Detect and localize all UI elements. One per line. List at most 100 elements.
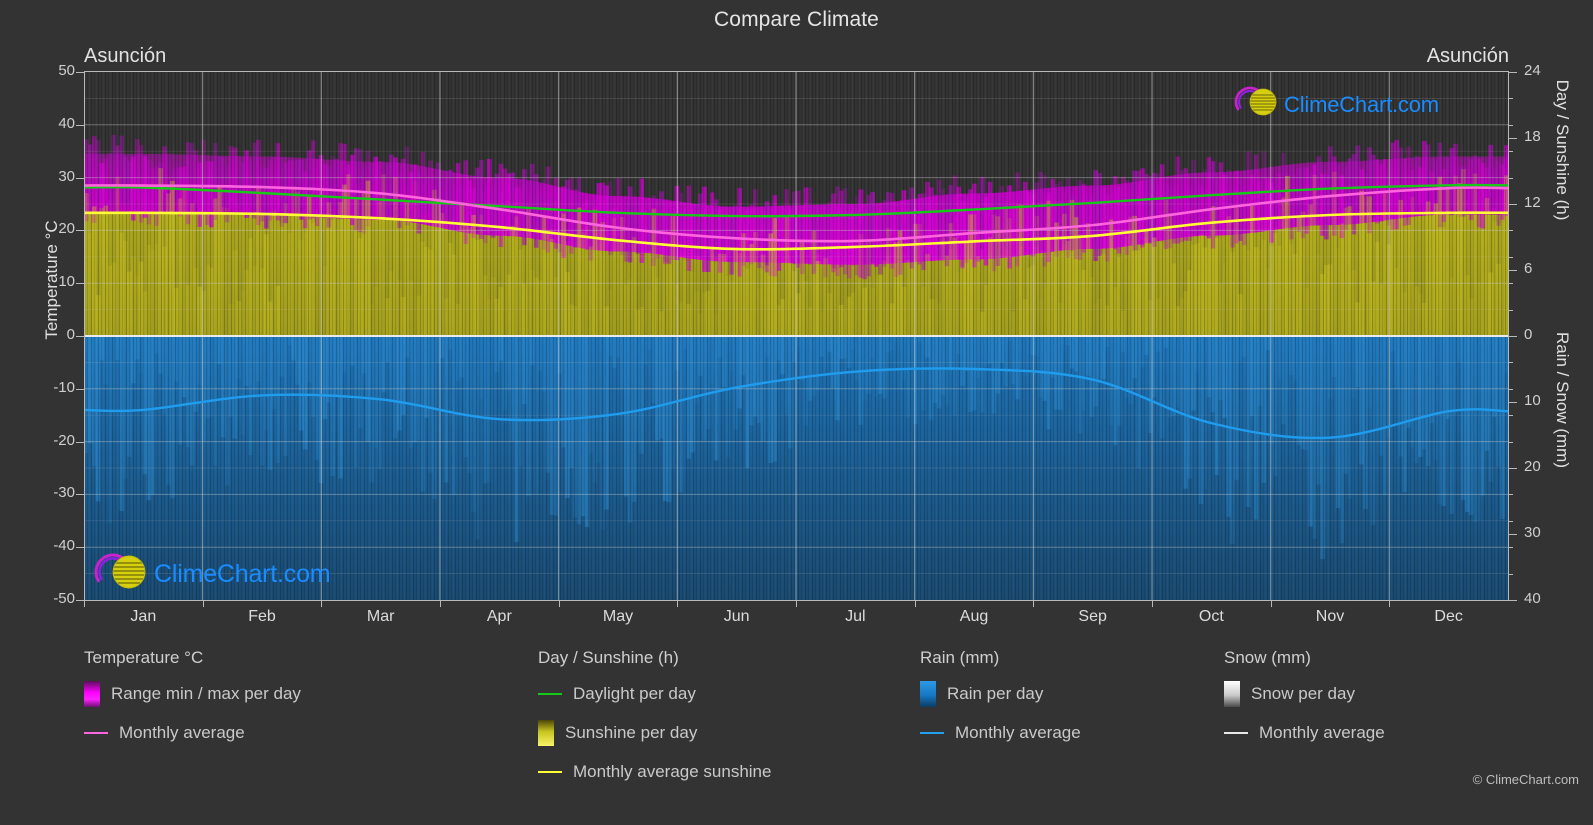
copyright-text: © ClimeChart.com — [1472, 772, 1579, 787]
legend-item[interactable]: Daylight per day — [538, 681, 771, 707]
x-tickmark — [440, 600, 441, 607]
legend-group-title: Snow (mm) — [1224, 648, 1311, 667]
legend-item-label: Range min / max per day — [111, 684, 301, 703]
y-tickmark-right-minor — [1508, 230, 1513, 232]
climechart-logo-icon — [1232, 82, 1284, 127]
y-tickmark-right-minor — [1508, 72, 1513, 73]
y-tickmark-right-minor — [1508, 547, 1513, 549]
legend-group-title: Temperature °C — [84, 648, 204, 667]
y-tick-right-mm: 20 — [1524, 458, 1541, 475]
x-tick-feb: Feb — [248, 608, 276, 625]
legend-line-icon — [538, 693, 562, 695]
legend-line-icon — [1224, 732, 1248, 734]
y-tick-right-mm: 40 — [1524, 590, 1541, 607]
y-tickmark-right-minor — [1508, 441, 1513, 443]
y-tick-left: -20 — [53, 431, 75, 449]
y-tickmark-left — [76, 547, 85, 549]
climechart-logo-text: ClimeChart.com — [1284, 91, 1439, 117]
y-tickmark-right-minor — [1508, 336, 1513, 337]
climechart-logo-icon — [92, 548, 154, 601]
x-tickmark — [84, 600, 85, 607]
y-tickmark-right-minor — [1508, 98, 1513, 100]
y-tickmark-right-minor — [1508, 151, 1513, 153]
legend-line-icon — [538, 771, 562, 773]
y-tick-left: -50 — [53, 590, 75, 607]
y-tick-left: 40 — [58, 114, 75, 132]
y-tickmark-left — [76, 283, 85, 285]
legend-group: Day / Sunshine (h) Daylight per day Sunshi… — [538, 648, 771, 798]
y-tick-left: -30 — [53, 484, 75, 502]
y-tickmark-right-minor — [1508, 362, 1513, 364]
y-tickmark-right-minor — [1508, 204, 1513, 205]
y-tickmark-right — [1508, 270, 1517, 271]
x-tick-dec: Dec — [1434, 608, 1463, 625]
watermark-logo-bottom: ClimeChart.com — [92, 548, 331, 601]
y-tick-left: 50 — [58, 62, 75, 79]
y-tickmark-left — [76, 494, 85, 496]
y-tickmark-right-minor — [1508, 520, 1513, 522]
x-tick-mar: Mar — [366, 608, 395, 625]
x-tickmark — [1152, 600, 1153, 607]
y-tick-right-mm: 30 — [1524, 524, 1541, 541]
legend-group: Rain (mm) Rain per day Monthly average — [920, 648, 1081, 759]
legend-item[interactable]: Monthly average sunshine — [538, 759, 771, 785]
y-tickmark-right — [1508, 402, 1517, 403]
legend-item[interactable]: Monthly average — [1224, 720, 1385, 746]
legend-swatch-icon — [538, 720, 554, 746]
y-tickmark-left — [76, 124, 85, 126]
y-tickmark-right-minor — [1508, 256, 1513, 258]
y-tickmark-left — [76, 441, 85, 443]
legend-line-icon — [920, 732, 944, 734]
page-title: Compare Climate — [714, 8, 879, 31]
legend-item[interactable]: Range min / max per day — [84, 681, 301, 707]
location-label-right: Asunción — [1426, 45, 1509, 67]
watermark-logo-top: ClimeChart.com — [1232, 82, 1439, 127]
x-tick-oct: Oct — [1198, 608, 1224, 625]
climate-chart-page: Compare Climate Asunción Asunción 50 40 … — [0, 0, 1593, 825]
y-tick-left: -10 — [53, 378, 75, 396]
x-tickmark — [321, 600, 323, 607]
y-tickmark-right-minor — [1508, 388, 1513, 390]
y-tick-left: 0 — [66, 326, 75, 343]
x-tick-jun: Jun — [723, 608, 750, 625]
y-tickmark-left — [76, 72, 85, 73]
y-tickmark-left — [76, 336, 85, 337]
legend-group: Snow (mm) Snow per day Monthly average — [1224, 648, 1385, 759]
legend-item[interactable]: Monthly average — [920, 720, 1081, 746]
x-tick-jul: Jul — [845, 608, 866, 625]
legend-item-label: Monthly average — [1259, 723, 1385, 742]
legend-item[interactable]: Sunshine per day — [538, 720, 771, 746]
y-tickmark-right-minor — [1508, 124, 1513, 126]
plot-border-top — [84, 71, 1509, 72]
y-tickmark-right — [1508, 138, 1517, 139]
x-tickmark — [914, 600, 916, 607]
legend-group-title: Day / Sunshine (h) — [538, 648, 679, 667]
y-tickmark-left — [76, 230, 85, 232]
legend-group-title: Rain (mm) — [920, 648, 1000, 667]
y-tickmark-right-minor — [1508, 283, 1513, 285]
y-axis-title-right-top: Day / Sunshine (h) — [1553, 79, 1572, 221]
y-tick-right-hours: 24 — [1524, 62, 1541, 79]
legend-item[interactable]: Rain per day — [920, 681, 1081, 707]
y-tickmark-right-minor — [1508, 468, 1513, 469]
legend-swatch-icon — [920, 681, 936, 707]
x-tick-nov: Nov — [1315, 608, 1345, 625]
legend-item[interactable]: Snow per day — [1224, 681, 1385, 707]
y-tickmark-right-minor — [1508, 494, 1513, 496]
x-tick-aug: Aug — [959, 608, 989, 625]
legend-item-label: Sunshine per day — [565, 723, 698, 742]
legend-item[interactable]: Monthly average — [84, 720, 301, 746]
x-tick-may: May — [602, 608, 634, 625]
legend-line-icon — [84, 732, 108, 734]
legend-swatch-icon — [1224, 681, 1240, 707]
y-tickmark-right-minor — [1508, 309, 1513, 311]
chart-plot-area — [84, 72, 1508, 600]
chart-canvas — [84, 72, 1508, 600]
y-tick-right-mm: 10 — [1524, 392, 1541, 409]
x-tick-apr: Apr — [486, 608, 512, 625]
legend-swatch-icon — [84, 681, 100, 707]
climechart-logo-text: ClimeChart.com — [154, 560, 331, 588]
y-axis-title-right-bottom: Rain / Snow (mm) — [1553, 331, 1572, 469]
y-tick-right-hours: 18 — [1524, 128, 1541, 145]
legend-item-label: Monthly average — [119, 723, 245, 742]
